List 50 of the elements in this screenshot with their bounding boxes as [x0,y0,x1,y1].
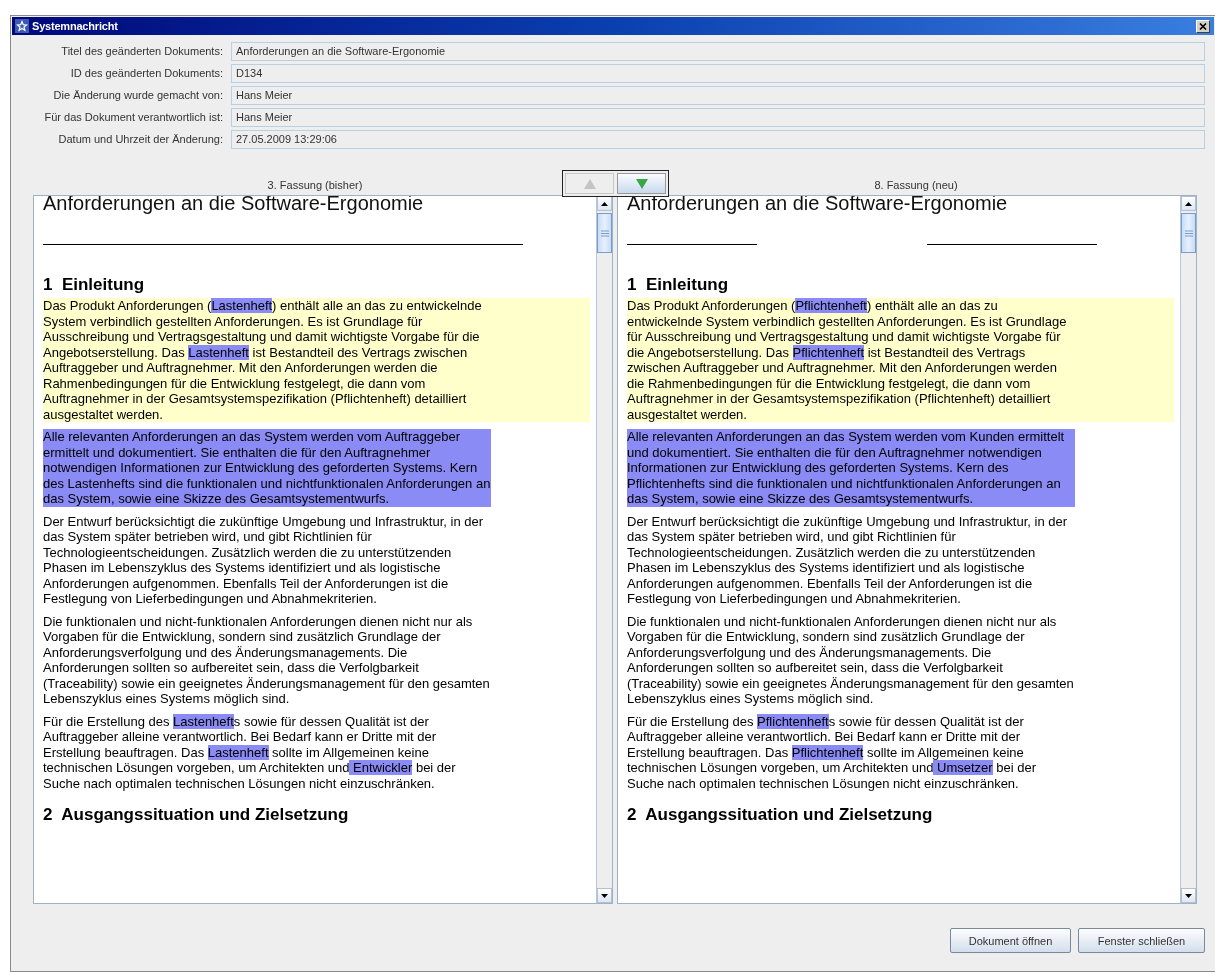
open-document-button[interactable]: Dokument öffnen [950,928,1071,953]
document-title: Anforderungen an die Software-Ergonomie [43,196,425,214]
read-only-field: Hans Meier [231,86,1205,105]
paragraph: Das Produkt Anforderungen (Pflichtenheft) enthält alle an das zu entwickelnde System verbindlich gestellten Anforderungen. Es ist Grundlage für Ausschreibung und Vertragsgestaltung und damit wichtigste Vorgabe für die Angebotserstellung. Das Pflichtenheft ist Bestandteil des Vertrags zwischen Auftraggeber und Auftragnehmer. Mit den Anforderungen werden die Rahmenbedingungen für die Entwicklung festgelegt, die dann vom Auftragnehmer in der Gesamtsystemspezifikation (Pflichtenheft) detailliert ausgestaltet werden. [627,298,1174,422]
paragraph: Für die Erstellung des Lastenhefts sowie für dessen Qualität ist der Auftraggeber alleine verantwortlich. Bei Bedarf kann er Dritte mit der Erstellung beauftragen. Das Lastenheft sollte im Allgemeinen keine technischen Lösungen vorgeben, um Architekten und Entwickler bei der Suche nach optimalen technischen Lösungen nicht einzuschränken. [43,713,457,791]
read-only-field: Hans Meier [231,108,1205,127]
paragraph: Das Produkt Anforderungen (Lastenheft) enthält alle an das zu entwickelnde System verbindlich gestellten Anforderungen. Es ist Grundlage für Ausschreibung und Vertragsgestaltung und damit wichtigste Vorgabe für die Angebotserstellung. Das Lastenheft ist Bestandteil des Vertrags zwischen Auftraggeber und Auftragnehmer. Mit den Anforderungen werden die Rahmenbedingungen für die Entwicklung festgelegt, die dann vom Auftragnehmer in der Gesamtsystemspezifikation (Pflichtenheft) detailliert ausgestaltet werden. [43,298,590,422]
scroll-down-button[interactable] [1181,888,1196,903]
document-title: Anforderungen an die Software-Ergonomie [627,196,1009,214]
down-arrow-icon [601,893,608,898]
down-triangle-icon [635,178,648,189]
scroll-thumb[interactable] [1181,213,1196,253]
section-heading: 2 Ausgangssituation und Zielsetzung [627,805,934,825]
paragraph: Die funktionalen und nicht-funktionalen Anforderungen dienen nicht nur als Vorgaben für die Entwicklung, sondern sind zusätzlich Grundlage der Anforderungsverfolgung und des Änderungsmanagements. Die Anforderungen sollten so aufbereitet sein, dass die Verfolgbarkeit (Traceability) sowie ein geeignetes Änderungsmanagement für den gesamten Lebenszyklus eines Systems möglich sind. [43,613,491,707]
paragraph: Der Entwurf berücksichtigt die zukünftige Umgebung und Infrastruktur, in der das System später betrieben wird, und gibt Richtlinien für Technologieentscheidungen. Zusätzlich werden die zu unterstützenden Phasen im Lebenszyklus des Systems identifiziert und als logistische Anforderungen aufgenommen. Ebenfalls Teil der Anforderungen ist die Festlegung von Lieferbedingungen und Abnahmekriterien. [627,513,1069,607]
grip-icon [600,229,609,237]
field-label: Die Änderung wurde gemacht von: [52,88,223,103]
close-button[interactable] [1196,19,1210,33]
paragraph: Alle relevanten Anforderungen an das System werden vom Kunden ermittelt und dokumentiert. Sie enthalten die für den Auftragnehmer notwendigen Informationen zur Entwicklung des geforderten Systems. Kern des Pflichtenhefts sind die funktionalen und nichtfunktionalen Anforderungen an das System, sowie eine Skizze des Gesamtsystementwurfs. [627,429,1075,507]
read-only-field: Anforderungen an die Software-Ergonomie [231,42,1205,61]
section-heading: 1 Einleitung [627,275,730,295]
field-label: Titel des geänderten Dokuments: [60,44,223,59]
paragraph: Der Entwurf berücksichtigt die zukünftige Umgebung und Infrastruktur, in der das System später betrieben wird, und gibt Richtlinien für Technologieentscheidungen. Zusätzlich werden die zu unterstützenden Phasen im Lebenszyklus des Systems identifiziert und als logistische Anforderungen aufgenommen. Ebenfalls Teil der Anforderungen ist die Festlegung von Lieferbedingungen und Abnahmekriterien. [43,513,485,607]
scrollbar[interactable] [596,196,612,903]
down-arrow-icon [1185,893,1192,898]
version-label: 3. Fassung (bisher) [266,178,364,193]
paragraph: Alle relevanten Anforderungen an das System werden vom Auftraggeber ermittelt und dokumentiert. Sie enthalten die für den Auftragnehmer notwendigen Informationen zur Entwicklung des geforderten Systems. Kern des Lastenhefts sind die funktionalen und nichtfunktionalen Anforderungen an das System, sowie eine Skizze des Gesamtsystementwurfs. [43,429,491,507]
close-icon [1199,22,1207,30]
paragraph: Für die Erstellung des Pflichtenhefts sowie für dessen Qualität ist der Auftraggeber alleine verantwortlich. Bei Bedarf kann er Dritte mit der Erstellung beauftragen. Das Pflichtenheft sollte im Allgemeinen keine technischen Lösungen vorgeben, um Architekten und Umsetzer bei der Suche nach optimalen technischen Lösungen nicht einzuschränken. [627,713,1038,791]
scroll-thumb[interactable] [597,213,612,253]
field-label: ID des geänderten Dokuments: [69,66,223,81]
section-heading: 2 Ausgangssituation und Zielsetzung [43,805,350,825]
read-only-field: 27.05.2009 13:29:06 [231,130,1205,149]
scroll-up-button[interactable] [1181,196,1196,211]
up-triangle-icon [583,178,596,189]
paragraph: Die funktionalen und nicht-funktionalen Anforderungen dienen nicht nur als Vorgaben für die Entwicklung, sondern sind zusätzlich Grundlage der Anforderungsverfolgung und des Änderungsmanagements. Die Anforderungen sollten so aufbereitet sein, dass die Verfolgbarkeit (Traceability) sowie ein geeignetes Änderungsmanagement für den gesamten Lebenszyklus eines Systems möglich sind. [627,613,1075,707]
read-only-field: D134 [231,64,1205,83]
field-label: Für das Dokument verantwortlich ist: [43,110,223,125]
next-button[interactable] [617,173,666,194]
scroll-down-button[interactable] [597,888,612,903]
scrollbar[interactable] [1180,196,1196,903]
star-icon [15,19,29,33]
close-window-button[interactable]: Fenster schließen [1078,928,1205,953]
grip-icon [1184,229,1193,237]
window-title: Systemnachricht [32,20,119,32]
field-label: Datum und Uhrzeit der Änderung: [57,132,223,147]
version-label: 8. Fassung (neu) [873,178,959,193]
section-heading: 1 Einleitung [43,275,146,295]
up-arrow-icon [1185,201,1192,206]
up-arrow-icon [601,201,608,206]
